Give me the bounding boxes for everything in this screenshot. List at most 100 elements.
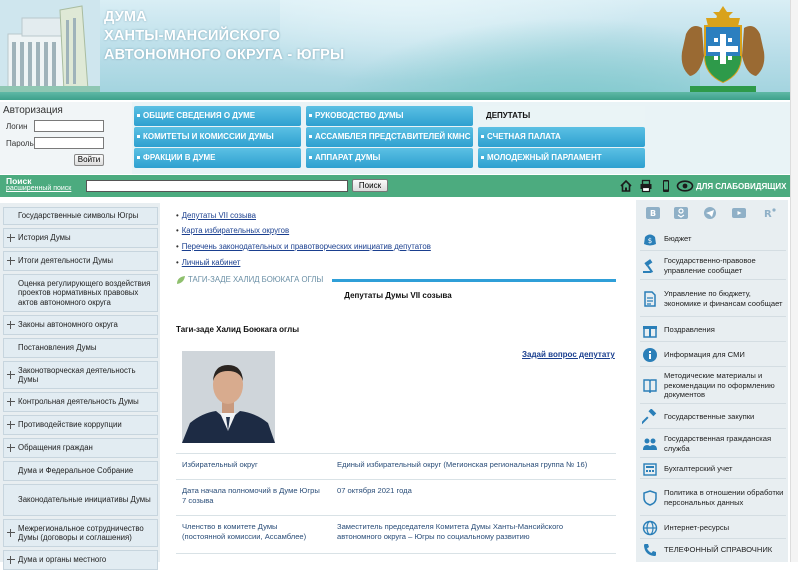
leftmenu-anticorruption[interactable]: Противодействие коррупции — [3, 415, 158, 435]
login-button[interactable]: Войти — [74, 154, 104, 166]
topmenu-assembly-kmns[interactable]: АССАМБЛЕЯ ПРЕДСТАВИТЕЛЕЙ КМНС — [306, 127, 473, 147]
detail-key: Избирательный округ — [182, 460, 258, 469]
right-link-internet-resources[interactable]: Интернет-ресурсы — [640, 517, 786, 539]
topmenu-youth-parliament[interactable]: МОЛОДЕЖНЫЙ ПАРЛАМЕНТ — [478, 148, 645, 168]
print-icon[interactable] — [639, 179, 653, 193]
advanced-search-link[interactable]: расширенный поиск — [6, 185, 71, 192]
leftmenu-lawmaking[interactable]: Законотворческая деятельность Думы — [3, 361, 158, 389]
right-link-label: Государственная гражданская служба — [664, 434, 772, 453]
link-district-map[interactable]: Карта избирательных округов — [176, 226, 289, 235]
leftmenu-results[interactable]: Итоги деятельности Думы — [3, 251, 158, 271]
right-link-procurement[interactable]: Государственные закупки — [640, 405, 786, 429]
right-link-budget[interactable]: $ Бюджет — [640, 227, 786, 251]
right-link-accounting[interactable]: Бухгалтерский учет — [640, 459, 786, 479]
leftmenu-label: Противодействие коррупции — [18, 420, 122, 430]
expand-plus-icon[interactable] — [7, 444, 15, 452]
info-icon — [643, 347, 657, 362]
topmenu-accounts-chamber[interactable]: СЧЕТНАЯ ПАЛАТА — [478, 127, 645, 147]
title-line-1: ДУМА — [104, 9, 147, 25]
expand-plus-icon[interactable] — [7, 257, 15, 265]
topmenu-general-info[interactable]: ОБЩИЕ СВЕДЕНИЯ О ДУМЕ — [134, 106, 301, 126]
site-header: ДУМА ХАНТЫ-МАНСИЙСКОГО АВТОНОМНОГО ОКРУГ… — [0, 0, 790, 100]
right-link-phone-directory[interactable]: ТЕЛЕФОННЫЙ СПРАВОЧНИК — [640, 540, 786, 560]
leftmenu-regulatory-impact[interactable]: Оценка регулирующего воздействия проекто… — [3, 274, 158, 312]
right-link-civil-service[interactable]: Государственная гражданская служба — [640, 430, 786, 458]
vk-icon[interactable]: В — [646, 207, 660, 219]
right-link-label: Интернет-ресурсы — [664, 522, 730, 532]
budget-icon: $ — [644, 234, 656, 245]
leftmenu-label: Обращения граждан — [18, 443, 93, 453]
search-button[interactable]: Поиск — [352, 179, 388, 192]
expand-plus-icon[interactable] — [7, 234, 15, 242]
leftmenu-local-government[interactable]: Дума и органы местного — [3, 550, 158, 570]
home-icon[interactable] — [619, 179, 633, 193]
rutube-icon[interactable]: R — [762, 207, 776, 219]
right-link-legal-dept[interactable]: Государственно-правовое управление сообщ… — [640, 252, 786, 280]
topmenu-deputies[interactable]: ДЕПУТАТЫ — [478, 106, 645, 126]
link-initiatives-list[interactable]: Перечень законодательных и правотворческ… — [176, 242, 431, 251]
expand-plus-icon[interactable] — [7, 529, 15, 537]
ask-deputy-link[interactable]: Задай вопрос депутату — [522, 350, 615, 359]
hammer-icon — [642, 408, 657, 424]
leftmenu-state-symbols[interactable]: Государственные символы Югры — [3, 207, 158, 225]
leftmenu-interregional[interactable]: Межрегиональное сотрудничество Думы (дог… — [3, 519, 158, 547]
expand-plus-icon[interactable] — [7, 398, 15, 406]
leaf-icon — [177, 276, 185, 284]
mobile-icon[interactable] — [659, 179, 673, 193]
expand-plus-icon[interactable] — [7, 556, 15, 564]
svg-text:В: В — [650, 209, 656, 218]
right-link-label: Информация для СМИ — [664, 349, 745, 359]
page-heading: Депутаты Думы VII созыва — [344, 291, 452, 300]
leftmenu-citizen-appeals[interactable]: Обращения граждан — [3, 438, 158, 458]
eye-icon[interactable] — [676, 179, 694, 193]
password-input[interactable] — [34, 137, 104, 149]
expand-plus-icon[interactable] — [7, 371, 15, 379]
link-personal-cabinet[interactable]: Личный кабинет — [176, 258, 241, 267]
leftmenu-label: Дума и Федеральное Собрание — [18, 466, 134, 476]
login-panel: Авторизация Логин Пароль Войти — [0, 102, 132, 174]
topmenu-committees[interactable]: КОМИТЕТЫ И КОМИССИИ ДУМЫ — [134, 127, 301, 147]
telegram-icon[interactable] — [703, 207, 717, 219]
svg-text:R: R — [764, 209, 772, 219]
expand-plus-icon[interactable] — [7, 321, 15, 329]
right-link-methodical[interactable]: Методические материалы и рекомендации по… — [640, 368, 786, 404]
leftmenu-federal-assembly[interactable]: Дума и Федеральное Собрание — [3, 461, 158, 481]
main-content: Депутаты VII созыва Карта избирательных … — [168, 203, 630, 562]
leftmenu-control[interactable]: Контрольная деятельность Думы — [3, 392, 158, 412]
detail-row: Дата начала полномочий в Думе Югры 7 соз… — [176, 479, 616, 515]
search-input[interactable] — [86, 180, 348, 192]
leftmenu-resolutions[interactable]: Постановления Думы — [3, 338, 158, 358]
topmenu-apparatus[interactable]: АППАРАТ ДУМЫ — [306, 148, 473, 168]
detail-value: 07 октября 2021 года — [337, 486, 412, 495]
right-link-personal-data[interactable]: Политика в отношении обработки персональ… — [640, 480, 786, 516]
site-title: ДУМА ХАНТЫ-МАНСИЙСКОГО АВТОНОМНОГО ОКРУГ… — [104, 8, 344, 65]
leftmenu-laws[interactable]: Законы автономного округа — [3, 315, 158, 335]
left-sidebar: Государственные символы Югры История Дум… — [0, 203, 160, 570]
odnoklassniki-icon[interactable] — [674, 207, 688, 219]
shield-icon — [643, 489, 657, 506]
right-link-label: Бухгалтерский учет — [664, 463, 733, 473]
right-link-media-info[interactable]: Информация для СМИ — [640, 343, 786, 367]
deputy-name: Таги-заде Халид Боюкага оглы — [176, 325, 300, 334]
youtube-icon[interactable] — [732, 207, 746, 219]
login-input[interactable] — [34, 120, 104, 132]
right-link-congratulations[interactable]: Поздравления — [640, 318, 786, 342]
title-line-2: ХАНТЫ-МАНСИЙСКОГО — [104, 28, 281, 44]
link-deputies-vii[interactable]: Депутаты VII созыва — [176, 211, 256, 220]
detail-row: Избирательный округ Единый избирательный… — [176, 453, 616, 479]
right-link-label: Государственно-правовое управление сообщ… — [664, 256, 756, 275]
detail-key: Дата начала полномочий в Думе Югры 7 соз… — [182, 486, 320, 505]
password-label: Пароль — [6, 139, 34, 148]
leftmenu-label: Законодательные инициативы Думы — [18, 495, 151, 505]
low-vision-link[interactable]: ДЛЯ СЛАБОВИДЯЩИХ — [696, 182, 786, 191]
top-navigation: ОБЩИЕ СВЕДЕНИЯ О ДУМЕ РУКОВОДСТВО ДУМЫ Д… — [132, 102, 790, 174]
book-icon — [643, 378, 657, 393]
section-tag: ТАГИ-ЗАДЕ ХАЛИД БОЮКАГА ОГЛЫ — [188, 275, 324, 284]
topmenu-leadership[interactable]: РУКОВОДСТВО ДУМЫ — [306, 106, 473, 126]
topmenu-factions[interactable]: ФРАКЦИИ В ДУМЕ — [134, 148, 301, 168]
leftmenu-legislative-initiatives[interactable]: Законодательные инициативы Думы — [3, 484, 158, 516]
right-link-budget-dept[interactable]: Управление по бюджету, экономике и финан… — [640, 281, 786, 317]
leftmenu-history[interactable]: История Думы — [3, 228, 158, 248]
right-link-label: Государственные закупки — [664, 411, 755, 421]
expand-plus-icon[interactable] — [7, 421, 15, 429]
